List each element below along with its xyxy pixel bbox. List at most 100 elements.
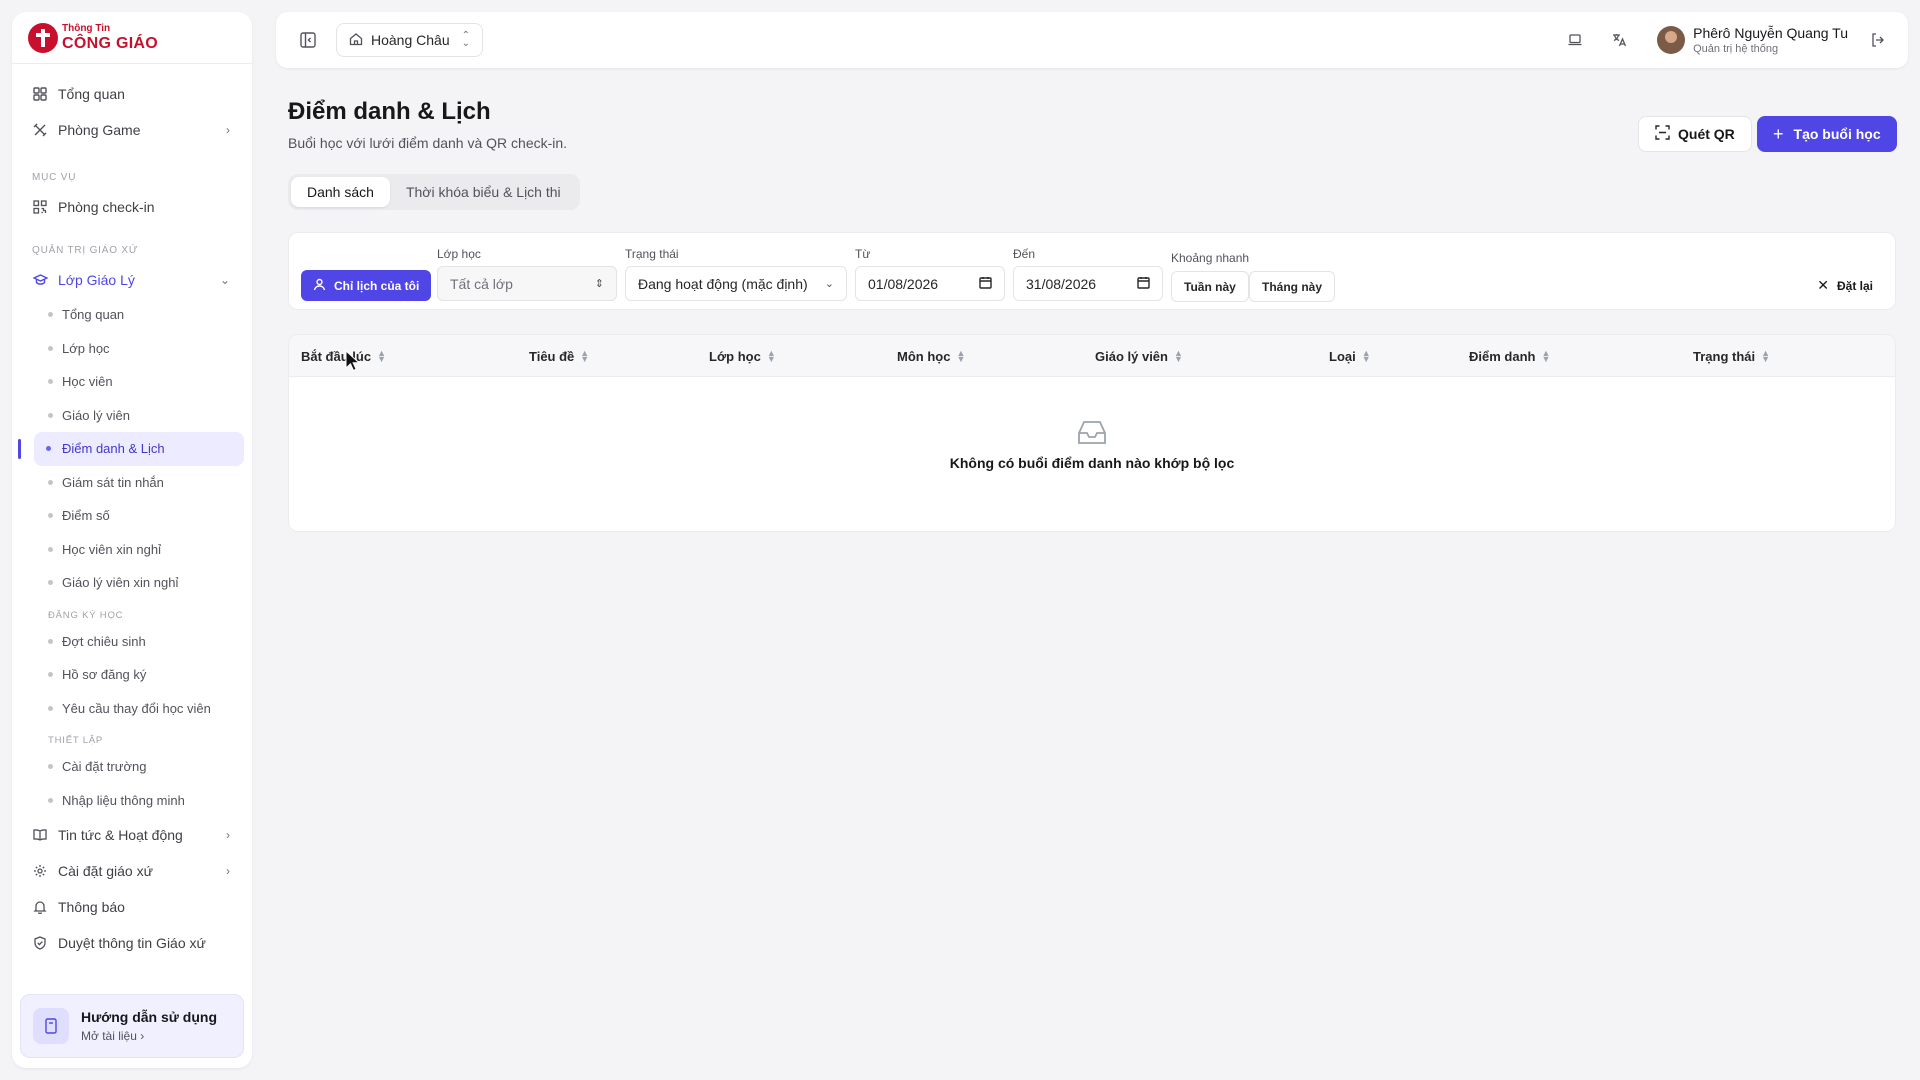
sub-item-giao-ly-vien-xin-nghi[interactable]: Giáo lý viên xin nghỉ (48, 566, 244, 600)
sidebar-item-label: Duyệt thông tin Giáo xứ (58, 935, 206, 951)
sidebar-item-label: Thông báo (58, 899, 125, 915)
page-subtitle: Buổi học với lưới điểm danh và QR check-… (288, 135, 568, 151)
logout-icon[interactable] (1862, 24, 1894, 56)
chevron-up-down-icon: ⌃ ⌄ (461, 30, 471, 49)
quick-this-week-button[interactable]: Tuần này (1171, 271, 1249, 302)
qr-code-icon (32, 199, 48, 215)
sub-item-label: Đợt chiêu sinh (62, 633, 146, 649)
to-date-value: 31/08/2026 (1026, 275, 1097, 292)
column-label: Lớp học (709, 348, 761, 364)
class-filter-value: Tất cả lớp (450, 275, 513, 292)
plus-icon: + (1773, 123, 1784, 144)
active-indicator (18, 438, 21, 459)
my-schedule-label: Chỉ lịch của tôi (334, 278, 420, 293)
sidebar-nav: Tổng quan Phòng Game › MỤC VỤ Phòng chec… (12, 64, 252, 986)
sub-item-diem-so[interactable]: Điểm số (48, 499, 244, 533)
user-role: Quản trị hệ thống (1693, 43, 1779, 55)
mouse-cursor-icon (345, 349, 361, 377)
shield-check-icon (32, 935, 48, 951)
close-icon: ✕ (1817, 277, 1829, 293)
status-filter-value: Đang hoạt động (mặc định) (638, 275, 808, 292)
column-label: Điểm danh (1469, 348, 1536, 364)
book-open-icon (32, 827, 48, 843)
column-header[interactable]: Bắt đầu lúc ▲ ▼ (301, 335, 386, 377)
sub-item-label: Học viên (62, 374, 113, 390)
sub-item-label: Điểm danh & Lịch (62, 441, 165, 457)
quick-this-month-button[interactable]: Tháng này (1249, 271, 1336, 302)
parish-selector[interactable]: Hoàng Châu ⌃ ⌄ (336, 23, 484, 57)
from-date-value: 01/08/2026 (868, 275, 939, 292)
user-info[interactable]: Phêrô Nguyễn Quang Tu Quản trị hệ thống (1693, 25, 1848, 55)
translate-icon[interactable] (1603, 24, 1635, 56)
column-label: Loại (1329, 348, 1356, 364)
tab-thoi-khoa-bieu[interactable]: Thời khóa biểu & Lịch thi (390, 177, 577, 207)
user-guide-card[interactable]: Hướng dẫn sử dụng Mở tài liệu › (20, 994, 244, 1058)
sub-item-hoc-vien[interactable]: Học viên (48, 365, 244, 399)
scan-qr-button[interactable]: Quét QR (1638, 116, 1752, 152)
chevron-right-icon: › (226, 123, 230, 137)
tab-danh-sach[interactable]: Danh sách (291, 177, 390, 207)
my-schedule-button[interactable]: Chỉ lịch của tôi (301, 270, 432, 301)
status-filter-label: Trạng thái (625, 247, 679, 261)
from-date-input[interactable]: 01/08/2026 (855, 266, 1005, 301)
calendar-icon[interactable] (979, 276, 992, 292)
column-header[interactable]: Môn học ▲ ▼ (897, 335, 965, 377)
sub-item-label: Cài đặt trường (62, 759, 147, 775)
sidebar-item-thong-bao[interactable]: Thông báo (20, 889, 244, 925)
column-header[interactable]: Lớp học ▲ ▼ (709, 335, 776, 377)
column-header[interactable]: Tiêu đề ▲ ▼ (529, 335, 589, 377)
reset-filters-button[interactable]: ✕ Đặt lại (1817, 277, 1873, 294)
sub-item-label: Giáo lý viên xin nghỉ (62, 575, 179, 591)
sidebar-item-duyet-thong-tin[interactable]: Duyệt thông tin Giáo xứ (20, 925, 244, 961)
scan-icon (1655, 125, 1670, 143)
sidebar-item-cai-dat-giao-xu[interactable]: Cài đặt giáo xứ › (20, 853, 244, 889)
sidebar-toggle-icon[interactable] (292, 24, 324, 56)
laptop-icon[interactable] (1559, 24, 1591, 56)
sub-item-hoc-vien-xin-nghi[interactable]: Học viên xin nghỉ (48, 533, 244, 567)
sidebar-item-label: Phòng Game (58, 122, 141, 138)
quick-range-label: Khoảng nhanh (1171, 251, 1250, 265)
sub-item-lop-hoc[interactable]: Lớp học (48, 332, 244, 366)
sub-section-thiet-lap: THIẾT LẬP (48, 735, 104, 746)
sub-item-yeu-cau-thay-doi[interactable]: Yêu cầu thay đổi học viên (48, 692, 244, 726)
filter-bar: Chỉ lịch của tôi Lớp học Tất cả lớp ⇕ Tr… (288, 232, 1896, 310)
sidebar-item-lop-giao-ly[interactable]: Lớp Giáo Lý ⌄ (20, 262, 244, 298)
sort-icon: ▲ ▼ (1761, 347, 1771, 364)
sidebar-item-phong-game[interactable]: Phòng Game › (20, 112, 244, 148)
view-tabs: Danh sách Thời khóa biểu & Lịch thi (288, 174, 580, 210)
chevron-right-icon: › (140, 1029, 145, 1043)
class-filter-select[interactable]: Tất cả lớp ⇕ (437, 266, 617, 301)
sub-item-cai-dat-truong[interactable]: Cài đặt trường (48, 750, 244, 784)
to-date-input[interactable]: 31/08/2026 (1013, 266, 1163, 301)
sidebar-item-phong-checkin[interactable]: Phòng check-in (20, 189, 244, 225)
graduation-cap-icon (32, 272, 48, 288)
section-label-muc-vu: MỤC VỤ (32, 172, 77, 183)
sidebar-item-label: Phòng check-in (58, 199, 155, 215)
column-header[interactable]: Điểm danh ▲ ▼ (1469, 335, 1550, 377)
guide-link[interactable]: Mở tài liệu › (81, 1029, 217, 1043)
book-icon (33, 1008, 69, 1044)
sub-item-nhap-lieu-thong-minh[interactable]: Nhập liệu thông minh (48, 784, 244, 818)
sub-item-ho-so-dang-ky[interactable]: Hồ sơ đăng ký (48, 658, 244, 692)
avatar[interactable] (1657, 26, 1686, 54)
create-session-label: Tạo buổi học (1793, 126, 1881, 142)
create-session-button[interactable]: + Tạo buổi học (1757, 116, 1897, 152)
sidebar-item-tong-quan[interactable]: Tổng quan (20, 76, 244, 112)
sort-icon: ▲ ▼ (1541, 347, 1551, 364)
sub-item-diem-danh-lich[interactable]: Điểm danh & Lịch (18, 432, 244, 466)
status-filter-select[interactable]: Đang hoạt động (mặc định) ⌄ (625, 266, 847, 301)
sub-item-tong-quan[interactable]: Tổng quan (48, 298, 244, 332)
column-header[interactable]: Trạng thái ▲ ▼ (1693, 335, 1770, 377)
sub-item-label: Học viên xin nghỉ (62, 541, 161, 557)
sub-item-label: Điểm số (62, 508, 110, 524)
sub-item-giam-sat-tin-nhan[interactable]: Giám sát tin nhắn (48, 466, 244, 500)
class-filter-label: Lớp học (437, 247, 481, 261)
sidebar-item-tin-tuc[interactable]: Tin tức & Hoạt động › (20, 817, 244, 853)
sub-item-dot-chieu-sinh[interactable]: Đợt chiêu sinh (48, 625, 244, 659)
sub-item-giao-ly-vien[interactable]: Giáo lý viên (48, 399, 244, 433)
sub-item-label: Tổng quan (62, 307, 125, 323)
column-header[interactable]: Loại ▲ ▼ (1329, 335, 1371, 377)
brand-logo[interactable]: Thông Tin CÔNG GIÁO (12, 12, 252, 64)
calendar-icon[interactable] (1137, 276, 1150, 292)
column-header[interactable]: Giáo lý viên ▲ ▼ (1095, 335, 1183, 377)
